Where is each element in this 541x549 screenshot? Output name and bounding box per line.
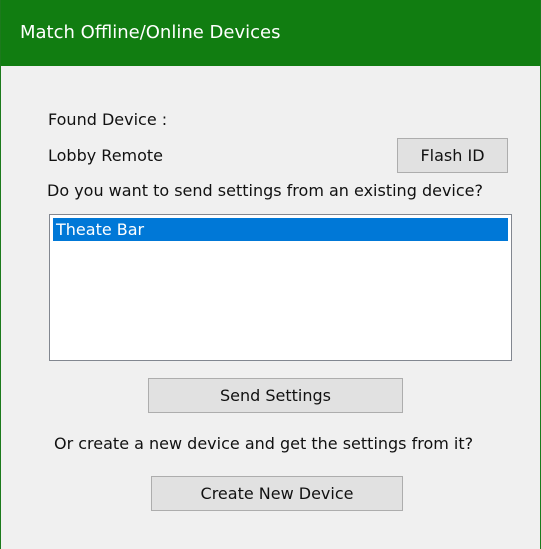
create-device-prompt: Or create a new device and get the setti… (54, 434, 474, 453)
window-title: Match Offline/Online Devices (20, 22, 281, 43)
found-device-label: Found Device : (48, 110, 168, 129)
list-item-label: Theate Bar (56, 220, 145, 239)
send-settings-question: Do you want to send settings from an exi… (47, 181, 483, 200)
create-new-device-button[interactable]: Create New Device (151, 476, 403, 511)
list-item[interactable]: Theate Bar (53, 218, 508, 241)
found-device-name: Lobby Remote (48, 146, 164, 165)
send-settings-button[interactable]: Send Settings (148, 378, 403, 413)
existing-device-list[interactable]: Theate Bar (49, 214, 512, 361)
match-devices-dialog: Match Offline/Online Devices Found Devic… (0, 0, 541, 549)
flash-id-button[interactable]: Flash ID (397, 138, 508, 173)
title-bar: Match Offline/Online Devices (1, 0, 540, 66)
